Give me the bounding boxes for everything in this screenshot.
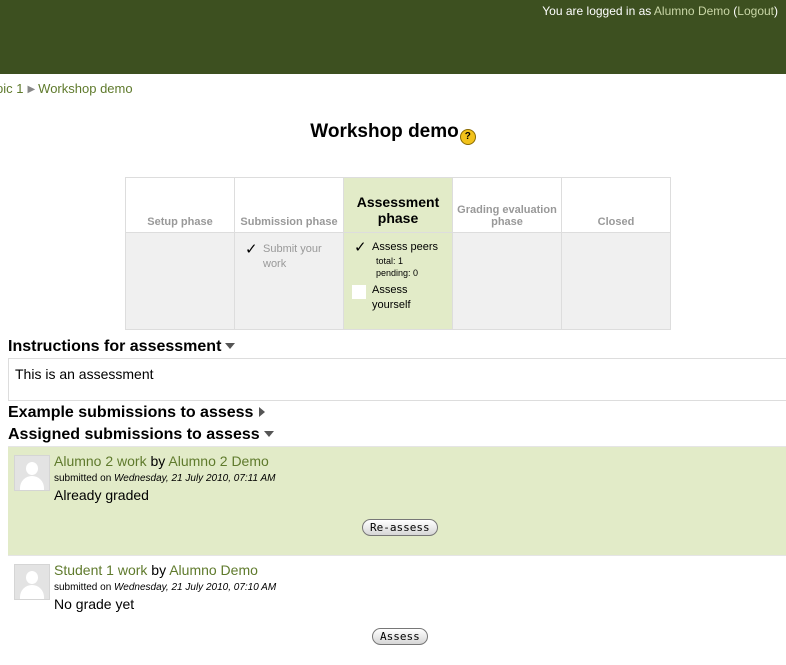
grade-status: No grade yet [54,596,135,612]
author-link[interactable]: Alumno Demo [169,562,258,578]
submitted-date: Wednesday, 21 July 2010, 07:11 AM [114,473,276,484]
instructions-heading-text: Instructions for assessment [8,338,222,355]
submission-meta: submitted on Wednesday, 21 July 2010, 07… [54,473,275,484]
by-label: by [150,453,166,469]
by-label: by [151,562,167,578]
task-submit-work: ✓ Submit your work [235,233,343,272]
phase-closed-body [561,232,671,330]
phase-setup-header: Setup phase [125,177,235,233]
phase-planner: Setup phase Submission phase Assessment … [125,177,671,330]
submission-title: Alumno 2 work by Alumno 2 Demo [54,453,269,469]
breadcrumb-separator-icon: ▶ [27,84,36,95]
breadcrumb-workshop-link[interactable]: Workshop demo [38,81,132,96]
task-submit-label[interactable]: Submit your work [263,243,322,270]
phase-grading-header: Grading evaluation phase [452,177,562,233]
collapse-arrow-icon [263,431,274,437]
paren-close: ) [774,4,778,18]
breadcrumb-topic-link[interactable]: pic 1 [0,81,23,96]
examples-heading[interactable]: Example submissions to assess [8,404,266,422]
task-assess-yourself-label: Assess yourself [372,284,411,311]
login-info: You are logged in as Alumno Demo (Logout… [542,4,778,18]
submission-meta: submitted on Wednesday, 21 July 2010, 07… [54,582,276,593]
help-icon[interactable]: ? [459,129,476,145]
task-assess-peers-label: Assess peers [372,241,439,253]
grade-status: Already graded [54,487,149,503]
phase-setup-body [125,232,235,330]
expand-arrow-icon [259,407,266,417]
phase-assessment-body: ✓ Assess peers total: 1 pending: 0 Asses… [343,232,453,330]
page-title: Workshop demo? [0,121,786,145]
phase-grading-body [452,232,562,330]
task-assess-peers: ✓ Assess peers total: 1 pending: 0 [344,233,452,279]
submission-card: Alumno 2 work by Alumno 2 Demo submitted… [8,446,786,555]
assess-button[interactable]: Assess [372,628,428,645]
submission-card: Student 1 work by Alumno Demo submitted … [8,555,786,665]
phase-submission-body: ✓ Submit your work [234,232,344,330]
site-header: You are logged in as Alumno Demo (Logout… [0,0,786,74]
breadcrumb: pic 1 ▶Workshop demo [0,81,133,96]
submitted-label: submitted on [54,582,112,593]
user-profile-link[interactable]: Alumno Demo [654,4,730,18]
avatar[interactable] [14,455,50,491]
assess-total: total: 1 [376,256,404,266]
empty-checkbox-icon [352,285,366,299]
task-assess-yourself: Assess yourself [344,279,452,313]
avatar[interactable] [14,564,50,600]
phase-assessment-header: Assessment phase [343,177,453,233]
submission-link[interactable]: Student 1 work [54,562,147,578]
instructions-box: This is an assessment [8,358,786,401]
instructions-text: This is an assessment [15,366,154,382]
check-icon: ✓ [245,241,258,258]
reassess-button[interactable]: Re-assess [362,519,438,536]
submitted-label: submitted on [54,473,112,484]
examples-heading-text: Example submissions to assess [8,404,254,421]
phase-submission-header: Submission phase [234,177,344,233]
check-icon: ✓ [354,239,367,256]
collapse-arrow-icon [225,343,236,349]
page-title-text: Workshop demo [310,121,459,142]
logout-link[interactable]: Logout [737,4,774,18]
assigned-heading-text: Assigned submissions to assess [8,426,260,443]
submission-title: Student 1 work by Alumno Demo [54,562,258,578]
assess-pending: pending: 0 [376,268,419,278]
submission-link[interactable]: Alumno 2 work [54,453,147,469]
phase-closed-header: Closed [561,177,671,233]
login-prefix: You are logged in as [542,4,652,18]
instructions-heading[interactable]: Instructions for assessment [8,338,236,356]
submitted-date: Wednesday, 21 July 2010, 07:10 AM [114,582,277,593]
author-link[interactable]: Alumno 2 Demo [168,453,268,469]
assigned-heading[interactable]: Assigned submissions to assess [8,426,274,444]
